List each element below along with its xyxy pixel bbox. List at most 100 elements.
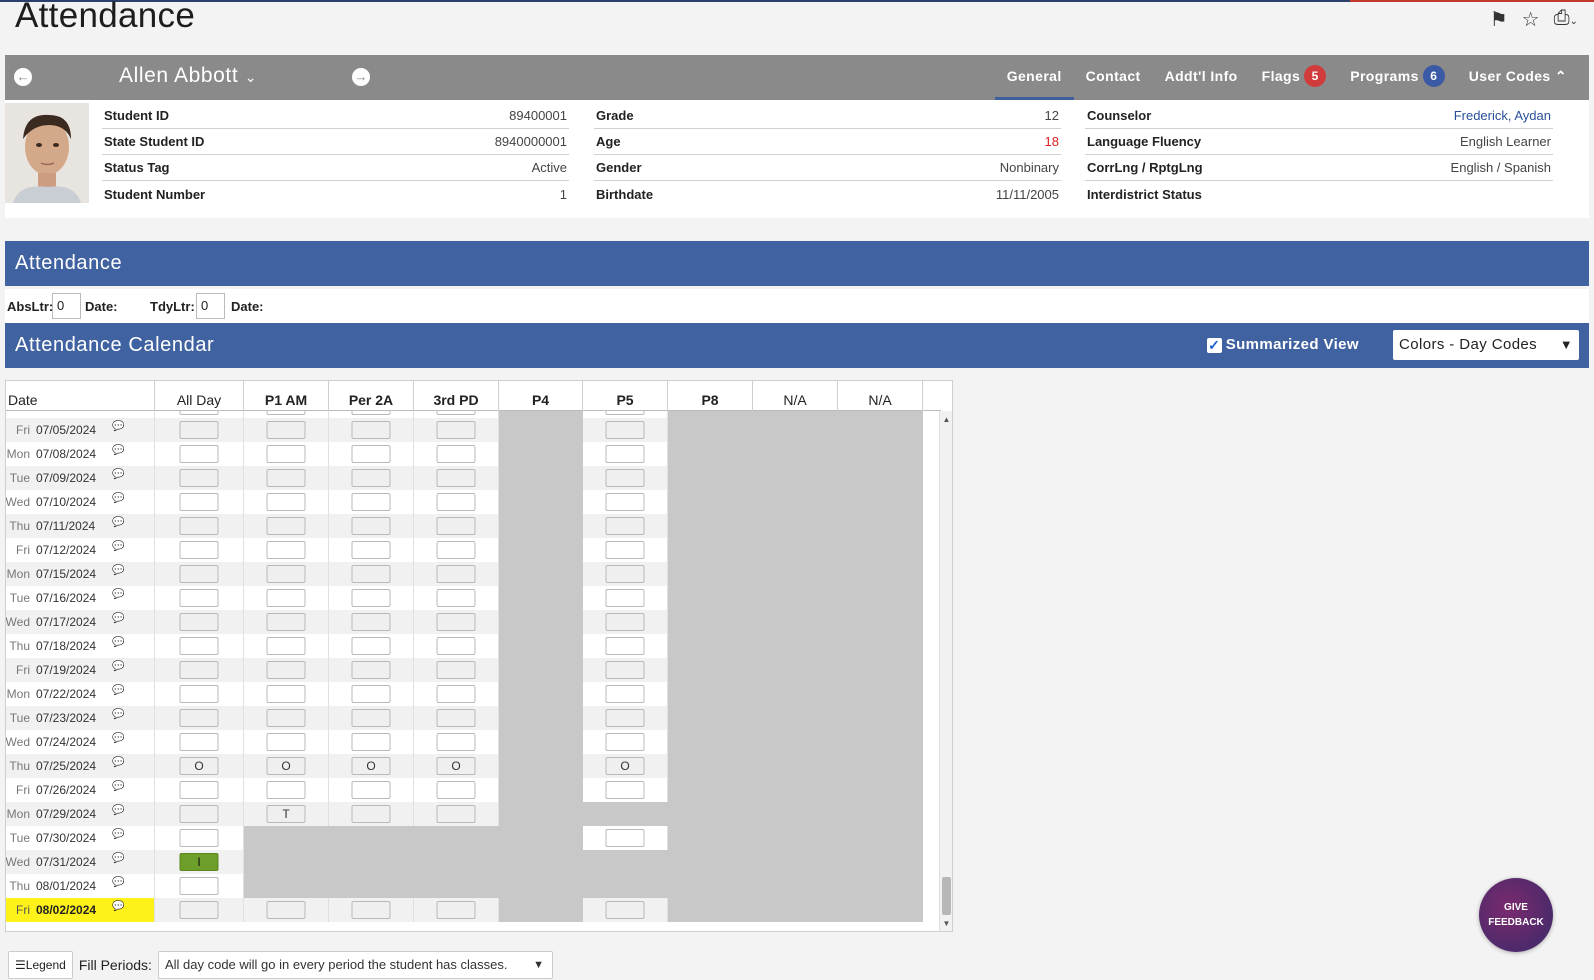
attendance-code-input[interactable] <box>179 589 219 607</box>
previous-student-arrow-icon[interactable]: ← <box>14 68 32 86</box>
attendance-code-input[interactable]: O <box>179 757 219 775</box>
attendance-code-input[interactable] <box>266 421 306 439</box>
attendance-code-input[interactable] <box>266 901 306 919</box>
comment-icon[interactable]: 💬 <box>112 493 124 504</box>
comment-icon[interactable]: 💬 <box>112 901 124 912</box>
attendance-code-input[interactable] <box>179 637 219 655</box>
flag-icon[interactable]: ⚑ <box>1490 10 1508 30</box>
comment-icon[interactable]: 💬 <box>112 565 124 576</box>
attendance-code-input[interactable] <box>266 517 306 535</box>
comment-icon[interactable]: 💬 <box>112 469 124 480</box>
tab-programs[interactable]: Programs 6 <box>1338 55 1457 100</box>
next-student-arrow-icon[interactable]: → <box>352 68 370 86</box>
column-header[interactable]: 3rd PD <box>414 381 499 411</box>
comment-icon[interactable]: 💬 <box>112 517 124 528</box>
attendance-code-input[interactable] <box>351 901 391 919</box>
attendance-code-input[interactable] <box>605 469 645 487</box>
attendance-code-input[interactable]: I <box>179 853 219 871</box>
attendance-code-input[interactable] <box>179 829 219 847</box>
attendance-code-input[interactable] <box>436 493 476 511</box>
comment-icon[interactable]: 💬 <box>112 853 124 864</box>
comment-icon[interactable]: 💬 <box>112 829 124 840</box>
attendance-code-input[interactable] <box>179 685 219 703</box>
attendance-code-input[interactable] <box>605 613 645 631</box>
calendar-scrollbar[interactable]: ▲ ▼ <box>939 411 952 931</box>
attendance-code-input[interactable] <box>436 901 476 919</box>
attendance-code-input[interactable] <box>179 613 219 631</box>
attendance-code-input[interactable] <box>266 781 306 799</box>
attendance-code-input[interactable] <box>605 829 645 847</box>
attendance-code-input[interactable] <box>351 493 391 511</box>
comment-icon[interactable]: 💬 <box>112 541 124 552</box>
attendance-code-input[interactable] <box>266 685 306 703</box>
attendance-code-input[interactable] <box>266 541 306 559</box>
attendance-code-input[interactable] <box>179 733 219 751</box>
attendance-code-input[interactable] <box>179 445 219 463</box>
comment-icon[interactable]: 💬 <box>112 781 124 792</box>
attendance-code-input[interactable] <box>351 589 391 607</box>
column-header[interactable]: N/A <box>838 381 923 411</box>
tab-addt-l-info[interactable]: Addt'l Info <box>1153 55 1250 100</box>
fill-periods-select[interactable]: All day code will go in every period the… <box>157 951 553 979</box>
attendance-code-input[interactable]: T <box>266 805 306 823</box>
attendance-code-input[interactable]: O <box>605 757 645 775</box>
attendance-code-input[interactable] <box>179 517 219 535</box>
comment-icon[interactable]: 💬 <box>112 709 124 720</box>
attendance-code-input[interactable] <box>605 709 645 727</box>
tab-flags[interactable]: Flags 5 <box>1250 55 1339 100</box>
attendance-code-input[interactable] <box>436 421 476 439</box>
attendance-code-input[interactable] <box>436 781 476 799</box>
column-header[interactable]: P5 <box>583 381 668 411</box>
attendance-code-input[interactable] <box>179 781 219 799</box>
attendance-code-input[interactable] <box>351 661 391 679</box>
attendance-code-input[interactable] <box>351 709 391 727</box>
comment-icon[interactable]: 💬 <box>112 805 124 816</box>
comment-icon[interactable]: 💬 <box>112 445 124 456</box>
attendance-code-input[interactable] <box>605 637 645 655</box>
tdy-letter-input[interactable]: 0 <box>196 293 225 319</box>
attendance-code-input[interactable] <box>179 805 219 823</box>
comment-icon[interactable]: 💬 <box>112 733 124 744</box>
attendance-code-input[interactable] <box>179 493 219 511</box>
attendance-code-input[interactable] <box>436 589 476 607</box>
attendance-code-input[interactable] <box>351 805 391 823</box>
attendance-code-input[interactable]: O <box>266 757 306 775</box>
attendance-code-input[interactable] <box>605 901 645 919</box>
attendance-code-input[interactable] <box>351 469 391 487</box>
colors-mode-select[interactable]: Colors - Day Codes ▼ <box>1393 330 1579 360</box>
attendance-code-input[interactable] <box>266 565 306 583</box>
student-name-dropdown[interactable]: Allen Abbott ⌄ <box>119 64 257 88</box>
attendance-code-input[interactable] <box>266 589 306 607</box>
attendance-code-input[interactable] <box>179 565 219 583</box>
attendance-code-input[interactable] <box>351 411 391 415</box>
attendance-code-input[interactable] <box>436 637 476 655</box>
attendance-code-input[interactable] <box>351 445 391 463</box>
attendance-code-input[interactable] <box>179 661 219 679</box>
attendance-code-input[interactable] <box>605 421 645 439</box>
column-header[interactable]: P4 <box>499 381 583 411</box>
attendance-code-input[interactable] <box>605 411 645 415</box>
attendance-code-input[interactable] <box>436 733 476 751</box>
attendance-code-input[interactable] <box>351 565 391 583</box>
comment-icon[interactable]: 💬 <box>112 589 124 600</box>
attendance-code-input[interactable] <box>179 469 219 487</box>
attendance-code-input[interactable] <box>179 541 219 559</box>
star-icon[interactable]: ☆ <box>1522 10 1540 30</box>
attendance-code-input[interactable]: O <box>351 757 391 775</box>
attendance-code-input[interactable] <box>266 709 306 727</box>
attendance-code-input[interactable] <box>436 613 476 631</box>
attendance-code-input[interactable] <box>605 541 645 559</box>
comment-icon[interactable]: 💬 <box>112 661 124 672</box>
info-value[interactable]: Frederick, Aydan <box>1454 108 1551 123</box>
attendance-code-input[interactable] <box>436 685 476 703</box>
attendance-code-input[interactable] <box>266 411 306 415</box>
comment-icon[interactable]: 💬 <box>112 757 124 768</box>
attendance-code-input[interactable] <box>605 589 645 607</box>
attendance-code-input[interactable] <box>179 421 219 439</box>
scroll-up-icon[interactable]: ▲ <box>940 413 952 427</box>
attendance-code-input[interactable] <box>351 517 391 535</box>
attendance-code-input[interactable]: O <box>436 757 476 775</box>
attendance-code-input[interactable] <box>266 445 306 463</box>
comment-icon[interactable]: 💬 <box>112 637 124 648</box>
attendance-code-input[interactable] <box>605 445 645 463</box>
